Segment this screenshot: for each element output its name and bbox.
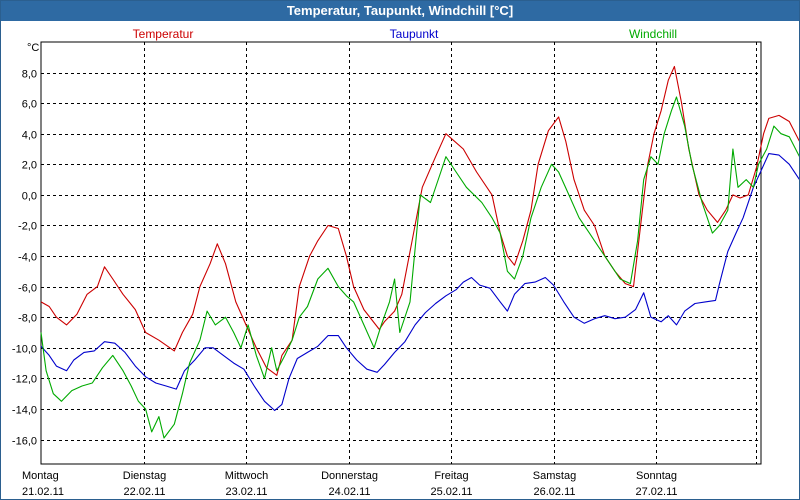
y-tick-label: -2,0 (18, 221, 37, 233)
x-tick-date: 25.02.11 (430, 486, 472, 498)
plot-area (40, 41, 762, 465)
x-tick-day: Montag (22, 470, 59, 482)
x-tick-date: 23.02.11 (225, 486, 267, 498)
x-tick-day: Sonntag (636, 470, 677, 482)
legend-windchill: Windchill (629, 27, 677, 41)
x-tick-day: Dienstag (123, 470, 166, 482)
legend-taupunkt: Taupunkt (390, 27, 439, 41)
y-tick-label: -14,0 (12, 405, 37, 417)
y-tick-label: 6,0 (22, 99, 37, 111)
y-tick-label: 4,0 (22, 130, 37, 142)
y-tick-label: -6,0 (18, 283, 37, 295)
y-tick-label: -16,0 (12, 436, 37, 448)
line-chart: 8,0 6,0 4,0 2,0 0,0 -2,0 -4,0 -6,0 -8,0 -10,0 -12,… (12, 27, 799, 498)
x-tick-day: Mittwoch (225, 470, 268, 482)
x-tick-date: 26.02.11 (533, 486, 575, 498)
y-tick-label: 0,0 (22, 191, 37, 203)
x-tick-date: 24.02.11 (328, 486, 370, 498)
chart-window: Temperatur, Taupunkt, Windchill [°C] 8,0… (0, 0, 800, 500)
y-tick-label: -4,0 (18, 252, 37, 264)
y-tick-label: -12,0 (12, 374, 37, 386)
y-tick-label: 8,0 (22, 69, 37, 81)
x-tick-date: 27.02.11 (635, 486, 677, 498)
x-tick-day: Samstag (533, 470, 576, 482)
y-tick-label: -8,0 (18, 313, 37, 325)
x-tick-date: 21.02.11 (22, 486, 64, 498)
x-tick-day: Freitag (434, 470, 468, 482)
chart-title: Temperatur, Taupunkt, Windchill [°C] (1, 1, 799, 21)
x-tick-day: Donnerstag (321, 470, 378, 482)
y-tick-label: -10,0 (12, 344, 37, 356)
legend-temperatur: Temperatur (133, 27, 194, 41)
y-axis-unit: °C (27, 42, 39, 54)
x-tick-date: 22.02.11 (123, 486, 165, 498)
y-tick-label: 2,0 (22, 160, 37, 172)
